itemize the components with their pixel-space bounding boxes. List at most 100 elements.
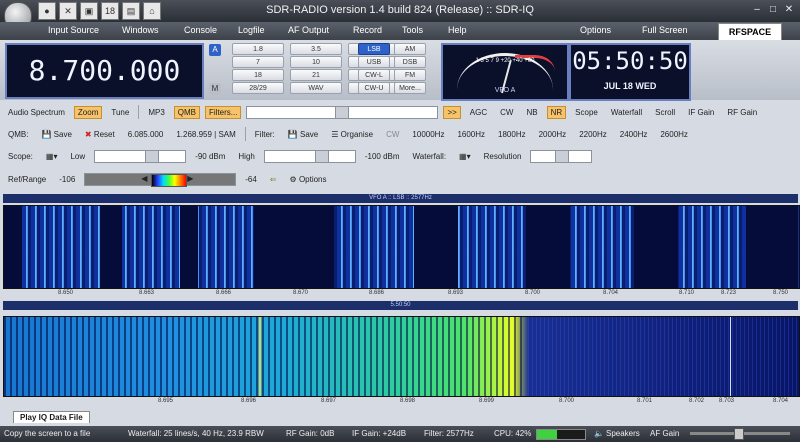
band-button[interactable]: 1.8 — [232, 43, 284, 55]
rf-gain-button[interactable]: RF Gain — [723, 106, 761, 119]
tab-play-iq-data-file[interactable]: Play IQ Data File — [13, 411, 90, 423]
vfo-a-badge[interactable]: A — [209, 44, 221, 56]
filter-cw-button[interactable]: CW — [382, 128, 403, 141]
mode-more[interactable]: More... — [394, 82, 426, 94]
ref-range-slider[interactable]: ◀ ▶ — [84, 172, 237, 187]
af-gain-knob[interactable] — [734, 428, 744, 440]
mode-cw-l[interactable]: CW-L — [358, 69, 390, 81]
tuning-marker[interactable] — [259, 317, 261, 396]
waterfall-gap — [100, 206, 122, 288]
tune-button[interactable]: Tune — [107, 106, 133, 119]
minimize-icon[interactable]: – — [750, 3, 764, 17]
expand-button[interactable]: >> — [443, 105, 461, 119]
menu-fullscreen[interactable]: Full Screen — [642, 25, 688, 35]
memory-badge[interactable]: M — [209, 83, 221, 95]
high-slider[interactable] — [263, 149, 356, 163]
filter-save-button[interactable]: 💾 Save — [284, 128, 322, 141]
waterfall-1-axis: 8.650 8.663 8.666 8.670 8.686 8.693 8.70… — [3, 289, 798, 298]
axis-tick: 8.696 — [241, 398, 257, 404]
mode-am[interactable]: AM — [394, 43, 426, 55]
waterfall-zoomed[interactable] — [3, 316, 800, 397]
band-button[interactable]: 3.5 — [290, 43, 342, 55]
menu-tools[interactable]: Tools — [402, 25, 423, 35]
waterfall-button[interactable]: Waterfall — [607, 106, 646, 119]
audio-spectrum-button[interactable]: Audio Spectrum — [4, 106, 69, 119]
filters-button[interactable]: Filters... — [205, 105, 242, 119]
divider — [244, 127, 246, 141]
close-icon[interactable]: ✕ — [782, 3, 796, 17]
menu-logfile[interactable]: Logfile — [238, 25, 265, 35]
filter-width-button[interactable]: 1800Hz — [494, 128, 530, 141]
right-arrow-icon[interactable]: ▶ — [187, 174, 193, 183]
frequency-display[interactable]: 8.700.000 — [5, 43, 204, 99]
low-dropdown[interactable]: Low — [66, 150, 89, 163]
slider-thumb[interactable] — [335, 106, 350, 118]
menu-af-output[interactable]: AF Output — [288, 25, 329, 35]
wav-button[interactable]: WAV — [290, 82, 342, 94]
waterfall-wideband[interactable] — [3, 205, 800, 289]
slider-thumb[interactable] — [145, 150, 160, 162]
qmb-reset-button[interactable]: ✖ Reset — [81, 128, 119, 141]
filter-width-button[interactable]: 2600Hz — [656, 128, 692, 141]
waterfall-settings-icon[interactable]: ▦▾ — [455, 150, 475, 163]
filter-width-button[interactable]: 2000Hz — [535, 128, 571, 141]
ref-options-button[interactable]: ⚙ Options — [286, 173, 331, 186]
qmb-button[interactable]: QMB — [173, 105, 200, 119]
band-button[interactable]: 7 — [232, 56, 284, 68]
mp3-button[interactable]: MP3 — [144, 106, 168, 119]
status-speakers[interactable]: Speakers — [606, 429, 640, 438]
mode-usb[interactable]: USB — [358, 56, 390, 68]
band-button[interactable]: 28/29 — [232, 82, 284, 94]
band-button[interactable]: 18 — [232, 69, 284, 81]
if-gain-button[interactable]: IF Gain — [684, 106, 718, 119]
color-range-bar[interactable] — [151, 173, 188, 187]
filter-width-button[interactable]: 10000Hz — [408, 128, 448, 141]
resolution-slider[interactable] — [530, 149, 593, 163]
menu-windows[interactable]: Windows — [122, 25, 159, 35]
menu-console[interactable]: Console — [184, 25, 217, 35]
agc-button[interactable]: AGC — [466, 106, 491, 119]
qmb-save-button[interactable]: 💾 Save — [37, 128, 75, 141]
slider-thumb[interactable] — [314, 150, 329, 162]
zoom-button[interactable]: Zoom — [73, 105, 103, 119]
scroll-button[interactable]: Scroll — [651, 106, 679, 119]
band-button[interactable]: 21 — [290, 69, 342, 81]
nr-button[interactable]: NR — [546, 105, 567, 119]
speakers-icon[interactable]: 🔈 — [594, 429, 604, 438]
qmb-entry[interactable]: 1.268.959 | SAM — [172, 128, 239, 141]
meter-scale: 1 3 5 7 9 +20 +40 +60 — [475, 58, 535, 64]
slider-thumb[interactable] — [555, 150, 570, 162]
status-bar: Copy the screen to a file Waterfall: 25 … — [0, 426, 800, 442]
mode-dsb[interactable]: DSB — [394, 56, 426, 68]
af-gain-slider[interactable] — [690, 428, 790, 440]
filter-width-button[interactable]: 2200Hz — [575, 128, 611, 141]
axis-tick: 8.750 — [773, 290, 789, 296]
cw-button[interactable]: CW — [496, 106, 517, 119]
scope-button[interactable]: Scope — [571, 106, 602, 119]
high-dropdown[interactable]: High — [234, 150, 258, 163]
mode-fm[interactable]: FM — [394, 69, 426, 81]
low-slider[interactable] — [94, 149, 187, 163]
resolution-dropdown[interactable]: Resolution — [480, 150, 526, 163]
menu-help[interactable]: Help — [448, 25, 467, 35]
filter-width-button[interactable]: 2400Hz — [616, 128, 652, 141]
menu-options[interactable]: Options — [580, 25, 611, 35]
scope-settings-icon[interactable]: ▦▾ — [42, 150, 62, 163]
organise-button[interactable]: ☰ Organise — [327, 128, 377, 141]
menu-record[interactable]: Record — [353, 25, 382, 35]
band-button[interactable]: 10 — [290, 56, 342, 68]
clock-display: 05:50:50 JUL 18 WED — [569, 43, 691, 101]
left-arrow-icon[interactable]: ◀ — [141, 174, 147, 183]
mode-lsb[interactable]: LSB — [358, 43, 390, 55]
main-toolbar: Audio Spectrum Zoom Tune MP3 QMB Filters… — [4, 103, 761, 121]
qmb-frequency[interactable]: 6.085.000 — [124, 128, 168, 141]
mode-cw-u[interactable]: CW-U — [358, 82, 390, 94]
maximize-icon[interactable]: □ — [766, 3, 780, 17]
filter-width-button[interactable]: 1600Hz — [453, 128, 489, 141]
status-hint: Copy the screen to a file — [4, 429, 91, 438]
back-arrow-icon[interactable]: ⇐ — [266, 173, 281, 186]
axis-tick: 8.650 — [58, 290, 74, 296]
tuning-slider[interactable] — [246, 105, 439, 119]
menu-input-source[interactable]: Input Source — [48, 25, 99, 35]
nb-button[interactable]: NB — [522, 106, 541, 119]
